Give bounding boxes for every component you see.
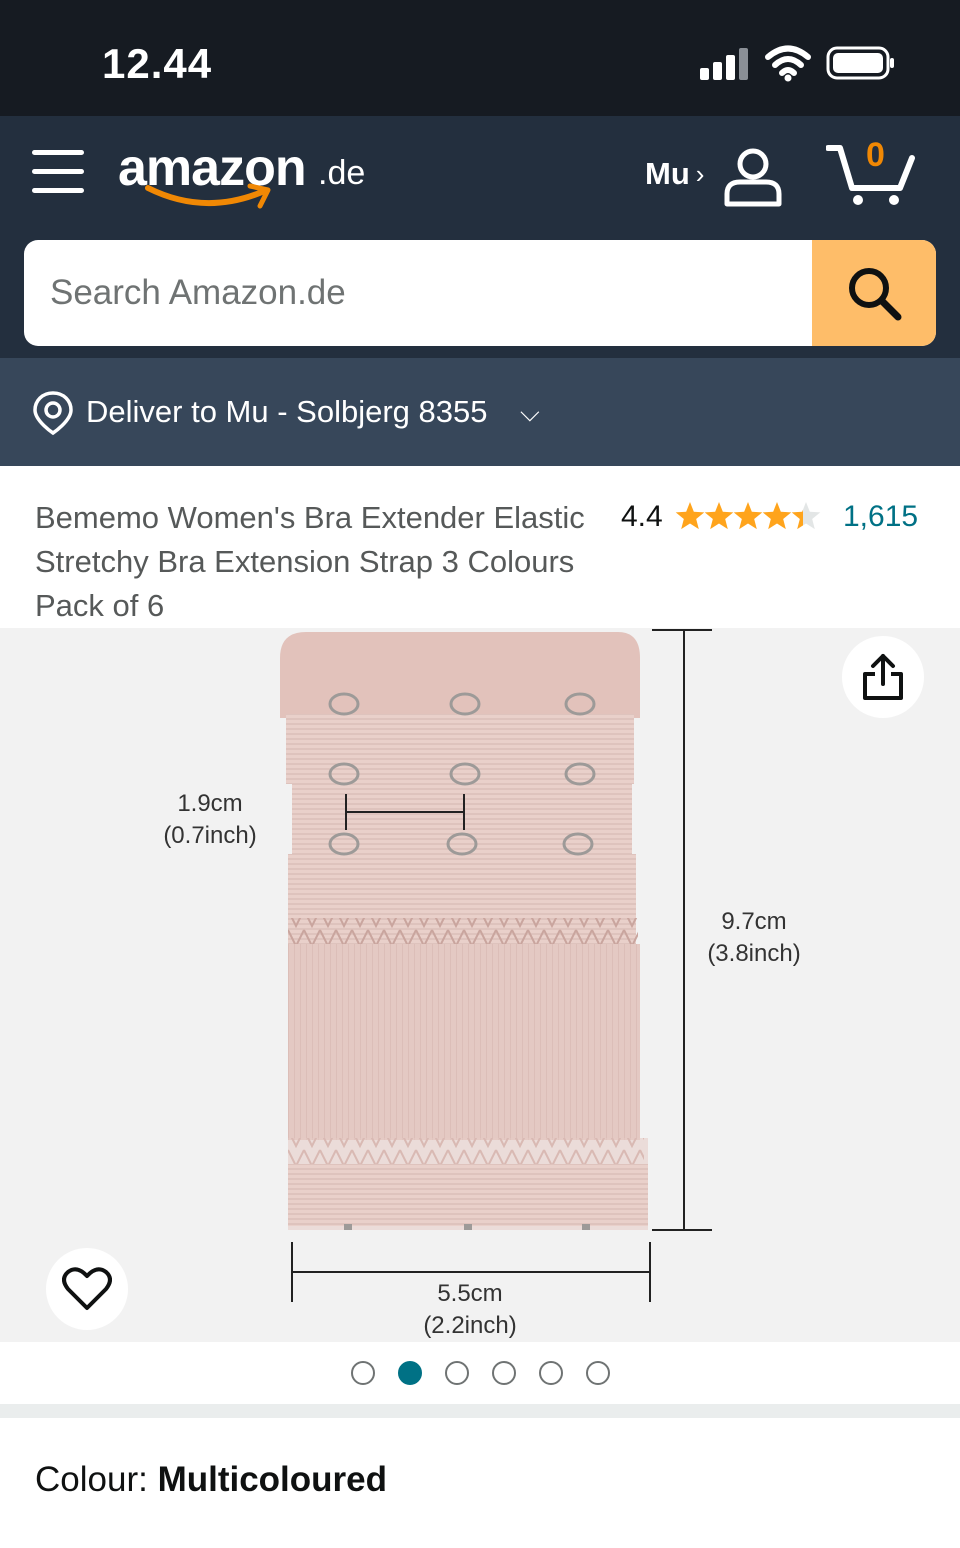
gallery-pagination — [0, 1342, 960, 1404]
wishlist-button[interactable] — [46, 1248, 128, 1330]
rating-count-link[interactable]: 1,615 — [843, 500, 918, 534]
chevron-down-icon: ⌵ — [520, 398, 540, 428]
width-inch: (2.2inch) — [423, 1312, 517, 1339]
height-label: 9.7cm (3.8inch) — [694, 906, 814, 970]
height-inch: (3.8inch) — [707, 940, 801, 967]
status-time: 12.44 — [102, 40, 213, 87]
amazon-logo[interactable]: amazon .de — [118, 138, 378, 218]
section-divider — [0, 1404, 960, 1418]
share-icon — [863, 654, 903, 700]
product-header: Bememo Women's Bra Extender Elastic Stre… — [0, 466, 960, 628]
signal-icon — [700, 48, 748, 80]
height-cm: 9.7cm — [721, 908, 787, 935]
gallery-dot[interactable] — [444, 1361, 469, 1385]
rating-stars-icon[interactable] — [674, 500, 824, 534]
search-icon — [849, 268, 902, 321]
hook-spacing-cm: 1.9cm — [177, 790, 243, 817]
gallery-dot[interactable] — [538, 1361, 563, 1385]
product-image-gallery[interactable]: 1.9cm (0.7inch) 9.7cm (3.8inch) 5.5cm (2… — [0, 628, 960, 1342]
share-button[interactable] — [842, 636, 924, 718]
user-icon[interactable] — [722, 146, 784, 208]
search-button[interactable] — [812, 240, 936, 346]
product-title: Bememo Women's Bra Extender Elastic Stre… — [35, 500, 585, 623]
gallery-dot[interactable] — [585, 1361, 610, 1385]
status-bar: 12.44 — [0, 0, 960, 116]
width-cm: 5.5cm — [437, 1280, 503, 1307]
rating-number[interactable]: 4.4 — [621, 500, 663, 534]
search-box — [24, 240, 936, 346]
chevron-right-icon: › — [695, 158, 705, 189]
colour-label: Colour: — [35, 1460, 158, 1499]
width-label: 5.5cm (2.2inch) — [410, 1278, 530, 1342]
account-name: Mu — [645, 156, 690, 191]
logo-smile-icon — [145, 183, 271, 209]
hook-spacing-label: 1.9cm (0.7inch) — [150, 788, 270, 852]
gallery-dot[interactable] — [397, 1361, 422, 1385]
rating-star-icon — [762, 502, 792, 530]
search-bar — [0, 238, 960, 358]
product-image — [280, 629, 712, 1302]
gallery-dot[interactable] — [491, 1361, 516, 1385]
battery-icon — [826, 46, 894, 80]
heart-icon — [62, 1267, 112, 1310]
colour-value: Multicoloured — [157, 1460, 387, 1499]
wifi-icon — [765, 45, 811, 82]
top-nav: amazon .de Mu › 0 — [0, 116, 960, 238]
rating-star-icon — [704, 502, 734, 530]
rating-star-icon — [675, 502, 705, 530]
cart-count: 0 — [866, 136, 885, 174]
rating-star-icon — [733, 502, 763, 530]
rating-star-icon — [791, 502, 821, 530]
menu-icon[interactable] — [32, 150, 86, 196]
search-input[interactable] — [24, 240, 812, 346]
colour-selector-label: Colour: Multicoloured — [35, 1460, 387, 1500]
cart-button[interactable]: 0 — [826, 136, 916, 208]
hook-spacing-inch: (0.7inch) — [163, 822, 257, 849]
gallery-dot[interactable] — [350, 1361, 375, 1385]
delivery-address: Deliver to Mu - Solbjerg 8355 — [86, 394, 488, 429]
logo-tld: .de — [318, 154, 366, 192]
deliver-to-bar[interactable]: Deliver to Mu - Solbjerg 8355 ⌵ — [0, 358, 960, 466]
location-pin-icon — [33, 391, 73, 436]
account-link[interactable]: Mu › — [645, 156, 704, 192]
